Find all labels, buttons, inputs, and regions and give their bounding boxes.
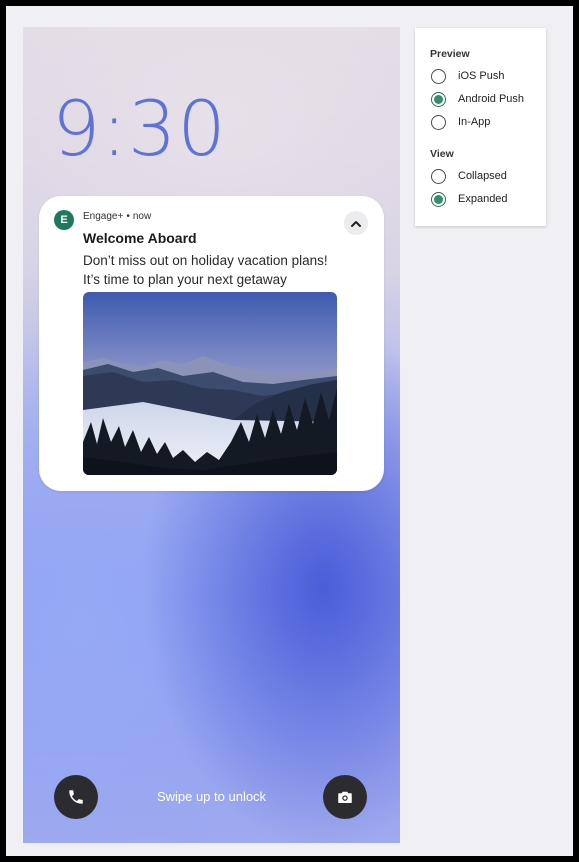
collapse-button[interactable]: [344, 211, 368, 235]
lockscreen-clock: 9:30: [52, 84, 227, 173]
radio-circle-selected[interactable]: [431, 191, 446, 207]
preview-heading: Preview: [430, 48, 470, 60]
notification-body-line: Don’t miss out on holiday vacation plans…: [83, 253, 328, 268]
lockscreen-bottom-bar: Swipe up to unlock: [23, 775, 400, 819]
radio-label: Collapsed: [458, 170, 507, 182]
push-notification-card[interactable]: E Engage+ • now Welcome Aboard Don’t miss …: [39, 196, 384, 491]
notification-image: [83, 292, 337, 475]
meta-separator: •: [126, 211, 130, 222]
mountain-landscape-image: [83, 292, 337, 475]
radio-circle[interactable]: [431, 68, 446, 84]
radio-in-app[interactable]: In-App: [431, 112, 490, 132]
radio-circle[interactable]: [431, 168, 446, 184]
radio-label: iOS Push: [458, 70, 505, 82]
notification-timestamp: now: [132, 211, 152, 222]
notification-title: Welcome Aboard: [83, 230, 197, 246]
radio-label: In-App: [458, 116, 491, 128]
radio-label: Expanded: [458, 193, 508, 205]
radio-android-push[interactable]: Android Push: [431, 89, 524, 109]
app-name: Engage+: [83, 211, 124, 222]
notification-body: Don’t miss out on holiday vacation plans…: [83, 251, 373, 289]
view-heading: View: [430, 148, 454, 160]
radio-circle[interactable]: [431, 114, 446, 130]
radio-dot: [434, 94, 443, 104]
preview-options-panel: Preview iOS Push Android Push In-App Vie…: [415, 28, 546, 226]
camera-button[interactable]: [323, 775, 367, 819]
radio-dot: [434, 194, 443, 204]
radio-circle-selected[interactable]: [431, 91, 446, 107]
camera-icon: [338, 791, 352, 803]
radio-ios-push[interactable]: iOS Push: [431, 66, 504, 86]
notification-meta: Engage+ • now: [83, 211, 151, 222]
radio-label: Android Push: [458, 93, 525, 105]
radio-collapsed[interactable]: Collapsed: [431, 166, 507, 186]
radio-expanded[interactable]: Expanded: [431, 189, 508, 209]
chevron-up-icon: [351, 220, 361, 227]
phone-lockscreen: 9:30 E Engage+ • now Welcome Aboard Don’t …: [23, 27, 400, 843]
app-icon: E: [54, 210, 74, 230]
notification-body-line: It’s time to plan your next getaway: [83, 272, 287, 287]
